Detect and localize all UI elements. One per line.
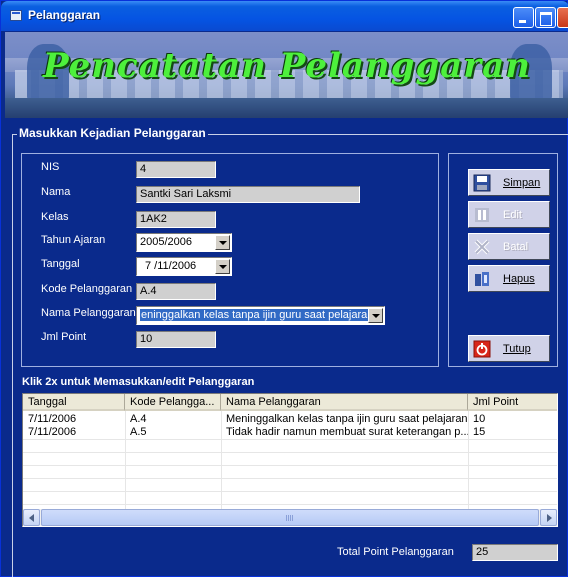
row-nama: Tidak hadir namun membuat surat keterang… bbox=[226, 426, 468, 438]
row-gridline bbox=[23, 504, 557, 505]
row-nama: Meninggalkan kelas tanpa ijin guru saat … bbox=[226, 413, 468, 425]
column-header-nama[interactable]: Nama Pelanggaran bbox=[221, 394, 468, 411]
row-kode: A.4 bbox=[130, 413, 147, 425]
row-tanggal: 7/11/2006 bbox=[28, 413, 77, 425]
list-caption: Klik 2x untuk Memasukkan/edit Pelanggara… bbox=[22, 376, 255, 388]
list-header: Tanggal Kode Pelangga... Nama Pelanggara… bbox=[23, 394, 557, 411]
jml-point-label: Jml Point bbox=[41, 331, 87, 343]
scroll-left-icon[interactable] bbox=[23, 509, 40, 526]
maximize-button[interactable] bbox=[535, 7, 556, 28]
kelas-label: Kelas bbox=[41, 211, 69, 223]
input-groupbox-label: Masukkan Kejadian Pelanggaran bbox=[17, 126, 208, 140]
main-window: Pelanggaran Pencatatan Pelanggaran Masuk… bbox=[0, 0, 568, 577]
nama-field[interactable]: Santki Sari Laksmi bbox=[136, 186, 360, 203]
horizontal-scrollbar[interactable] bbox=[23, 509, 557, 526]
total-point-field: 25 bbox=[472, 544, 558, 561]
edit-button[interactable]: Edit bbox=[468, 201, 550, 228]
nama-label: Nama bbox=[41, 186, 71, 198]
edit-icon bbox=[473, 206, 491, 224]
pelanggaran-listview[interactable]: Tanggal Kode Pelangga... Nama Pelanggara… bbox=[22, 393, 558, 527]
nama-pelanggaran-value: eninggalkan kelas tanpa ijin guru saat p… bbox=[140, 309, 375, 321]
tanggal-date-picker[interactable]: 7 /11/2006 bbox=[136, 257, 232, 276]
nis-field[interactable]: 4 bbox=[136, 161, 216, 178]
row-gridline bbox=[23, 452, 557, 453]
tutup-button[interactable]: Tutup bbox=[468, 335, 550, 362]
row-kode: A.5 bbox=[130, 426, 147, 438]
table-row[interactable]: 7/11/2006 A.4 Meninggalkan kelas tanpa i… bbox=[23, 413, 557, 426]
row-gridline bbox=[23, 465, 557, 466]
kelas-field[interactable]: 1AK2 bbox=[136, 211, 216, 228]
tanggal-label: Tanggal bbox=[41, 258, 80, 270]
simpan-button[interactable]: Simpan bbox=[468, 169, 550, 196]
row-jml-point: 15 bbox=[473, 426, 486, 438]
row-tanggal: 7/11/2006 bbox=[28, 426, 77, 438]
banner-ground bbox=[5, 98, 568, 118]
tutup-button-label: Tutup bbox=[503, 343, 531, 355]
tahun-ajaran-select[interactable]: 2005/2006 bbox=[136, 233, 232, 252]
row-gridline bbox=[23, 439, 557, 440]
row-gridline bbox=[23, 478, 557, 479]
chevron-down-icon[interactable] bbox=[368, 308, 383, 323]
hapus-button[interactable]: Hapus bbox=[468, 265, 550, 292]
window-title: Pelanggaran bbox=[28, 8, 101, 22]
row-gridline bbox=[23, 491, 557, 492]
nama-pelanggaran-select[interactable]: eninggalkan kelas tanpa ijin guru saat p… bbox=[136, 306, 385, 325]
power-icon bbox=[473, 340, 491, 358]
banner-title: Pencatatan Pelanggaran bbox=[43, 46, 531, 86]
minimize-button[interactable] bbox=[513, 7, 534, 28]
table-row[interactable]: 7/11/2006 A.5 Tidak hadir namun membuat … bbox=[23, 426, 557, 439]
app-window-icon[interactable] bbox=[10, 10, 22, 21]
tanggal-value: 7 /11/2006 bbox=[145, 260, 197, 272]
delete-files-icon bbox=[473, 270, 491, 288]
column-header-tanggal[interactable]: Tanggal bbox=[23, 394, 125, 411]
nama-pelanggaran-label: Nama Pelanggaran bbox=[41, 307, 136, 319]
chevron-down-icon[interactable] bbox=[215, 259, 230, 274]
header-banner: Pencatatan Pelanggaran bbox=[5, 32, 568, 118]
scrollbar-thumb[interactable] bbox=[41, 509, 539, 526]
cancel-x-icon bbox=[473, 238, 491, 256]
kode-pelanggaran-field[interactable]: A.4 bbox=[136, 283, 216, 300]
scroll-right-icon[interactable] bbox=[540, 509, 557, 526]
hapus-button-label: Hapus bbox=[503, 273, 535, 285]
floppy-disk-icon bbox=[473, 174, 491, 192]
kode-pelanggaran-label: Kode Pelanggaran bbox=[41, 283, 133, 295]
simpan-button-label: Simpan bbox=[503, 177, 541, 189]
column-header-jml-point[interactable]: Jml Point bbox=[468, 394, 557, 411]
close-button[interactable] bbox=[557, 7, 568, 28]
tahun-ajaran-value: 2005/2006 bbox=[140, 236, 192, 248]
title-bar[interactable]: Pelanggaran bbox=[1, 1, 568, 31]
row-jml-point: 10 bbox=[473, 413, 486, 425]
chevron-down-icon[interactable] bbox=[215, 235, 230, 250]
total-point-label: Total Point Pelanggaran bbox=[337, 546, 454, 558]
tahun-ajaran-label: Tahun Ajaran bbox=[41, 234, 106, 246]
column-header-kode[interactable]: Kode Pelangga... bbox=[125, 394, 221, 411]
edit-button-label: Edit bbox=[503, 209, 522, 221]
batal-button[interactable]: Batal bbox=[468, 233, 550, 260]
batal-button-label: Batal bbox=[503, 241, 529, 253]
nis-label: NIS bbox=[41, 161, 60, 173]
jml-point-field[interactable]: 10 bbox=[136, 331, 216, 348]
